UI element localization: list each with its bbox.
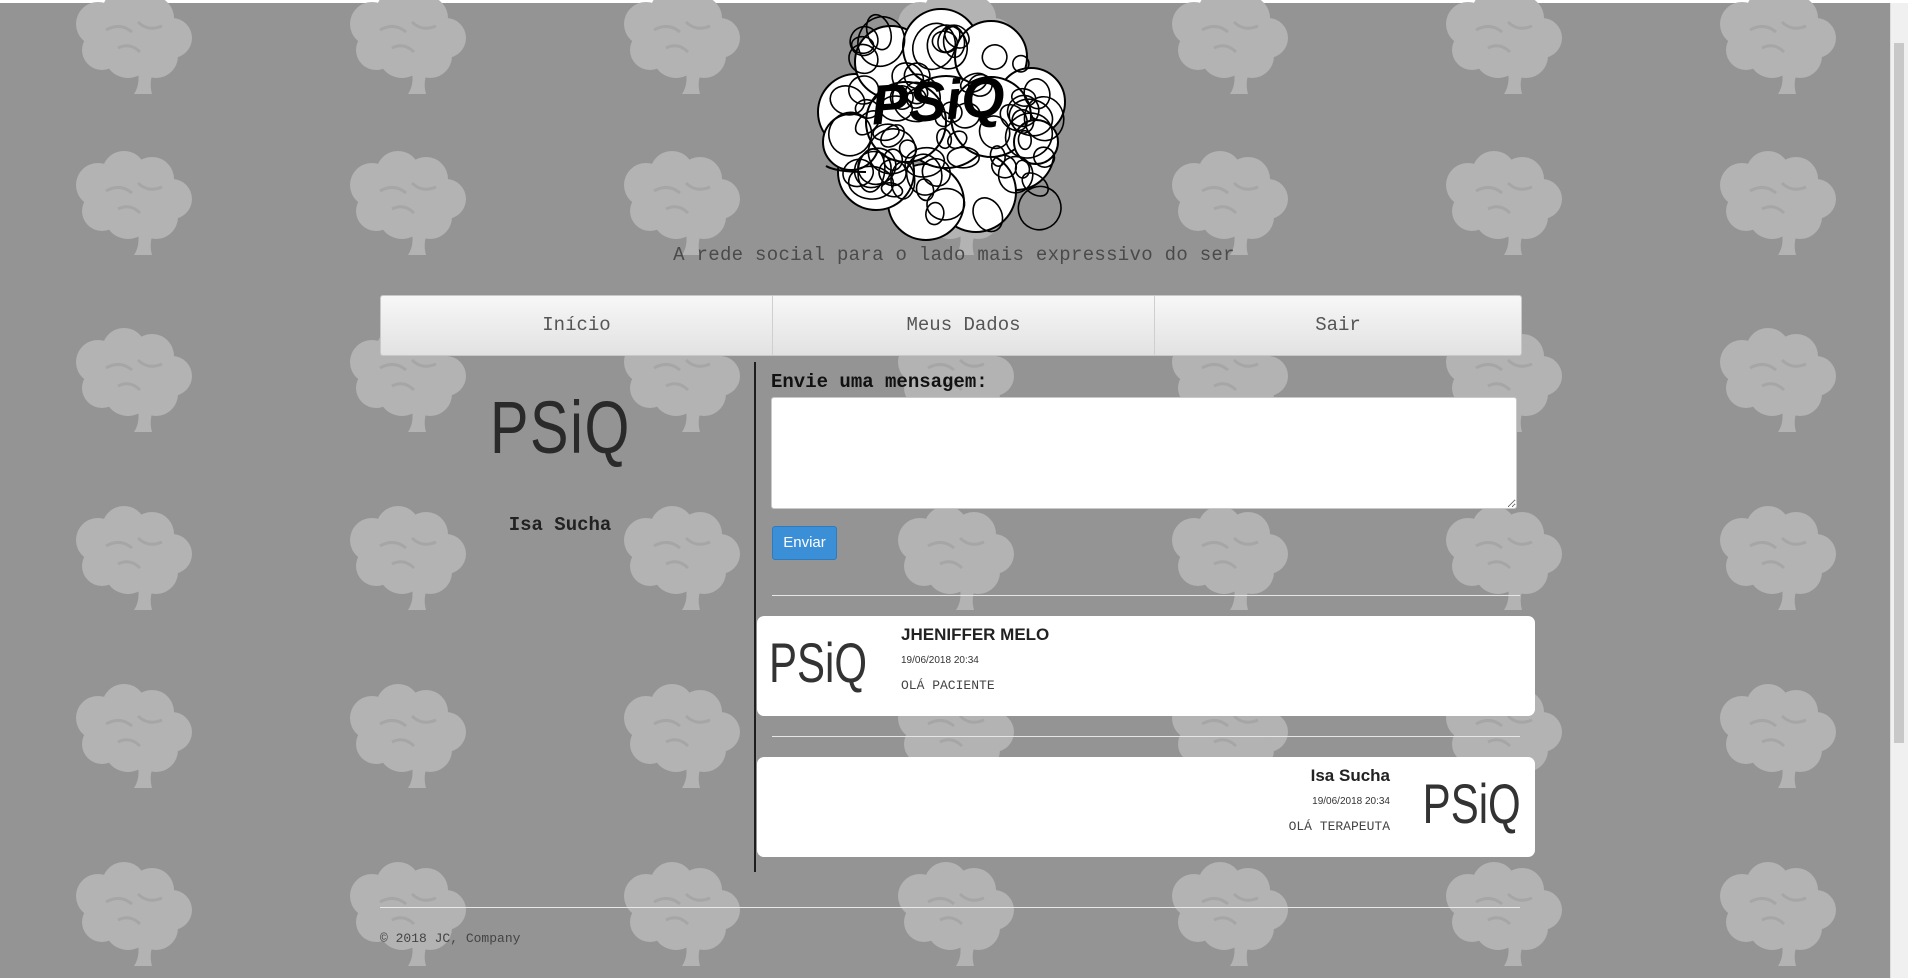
brain-icon (1172, 862, 1288, 966)
brain-icon (898, 862, 1014, 966)
brain-icon (1720, 328, 1836, 432)
brain-icon (624, 684, 740, 788)
nav-item-sair[interactable]: Sair (1155, 296, 1521, 355)
nav-item-inicio[interactable]: Início (381, 296, 773, 355)
brain-icon (350, 684, 466, 788)
brain-icon (350, 151, 466, 255)
footer-copyright: © 2018 JC, Company (380, 931, 521, 946)
message-date: 19/06/2018 20:34 (1312, 796, 1390, 807)
brain-icon (624, 0, 740, 94)
brain-icon (1720, 506, 1836, 610)
brain-icon (1446, 862, 1562, 966)
logo-text: PSiQ (869, 64, 1007, 136)
compose-label: Envie uma mensagem: (771, 371, 988, 393)
message-textarea[interactable] (771, 397, 1517, 509)
message-text: OLÁ TERAPEUTA (1288, 819, 1390, 834)
message-card: PSiQ JHENIFFER MELO 19/06/2018 20:34 OLÁ… (757, 616, 1535, 716)
brain-icon (350, 0, 466, 94)
message-author: JHENIFFER MELO (901, 625, 1050, 644)
scrollbar-thumb[interactable] (1894, 43, 1904, 743)
vertical-divider (754, 362, 756, 872)
brain-icon (1720, 0, 1836, 94)
brain-icon (1446, 0, 1562, 94)
separator (772, 736, 1520, 737)
brain-icon (624, 862, 740, 966)
vertical-scrollbar[interactable] (1890, 3, 1908, 978)
brain-icon (350, 506, 466, 610)
brain-icon (1720, 684, 1836, 788)
profile-avatar-logo: PSiQ (490, 386, 631, 469)
profile-name: Isa Sucha (508, 514, 612, 536)
footer-divider (380, 907, 1520, 908)
brain-icon (76, 684, 192, 788)
brain-icon (1720, 862, 1836, 966)
brain-icon (1720, 151, 1836, 255)
brain-icon (1172, 0, 1288, 94)
send-button[interactable]: Enviar (772, 526, 837, 560)
brain-icon (76, 151, 192, 255)
brain-icon (76, 506, 192, 610)
brain-icon (76, 862, 192, 966)
tagline: A rede social para o lado mais expressiv… (673, 244, 1235, 266)
message-card: Isa Sucha 19/06/2018 20:34 OLÁ TERAPEUTA… (757, 757, 1535, 857)
message-author: Isa Sucha (1310, 766, 1390, 785)
message-text: OLÁ PACIENTE (901, 678, 995, 693)
brain-icon (76, 328, 192, 432)
brain-icon (624, 151, 740, 255)
psiq-scribble-logo: PSiQ (817, 8, 1066, 241)
message-avatar: PSiQ (769, 631, 868, 694)
brain-icon (76, 0, 192, 94)
brain-icon (350, 862, 466, 966)
brain-icon (1446, 151, 1562, 255)
main-nav: Início Meus Dados Sair (380, 295, 1522, 356)
separator (772, 595, 1520, 596)
message-avatar: PSiQ (1422, 772, 1521, 835)
brain-icon (1172, 151, 1288, 255)
message-date: 19/06/2018 20:34 (901, 655, 979, 666)
nav-item-meus-dados[interactable]: Meus Dados (773, 296, 1155, 355)
